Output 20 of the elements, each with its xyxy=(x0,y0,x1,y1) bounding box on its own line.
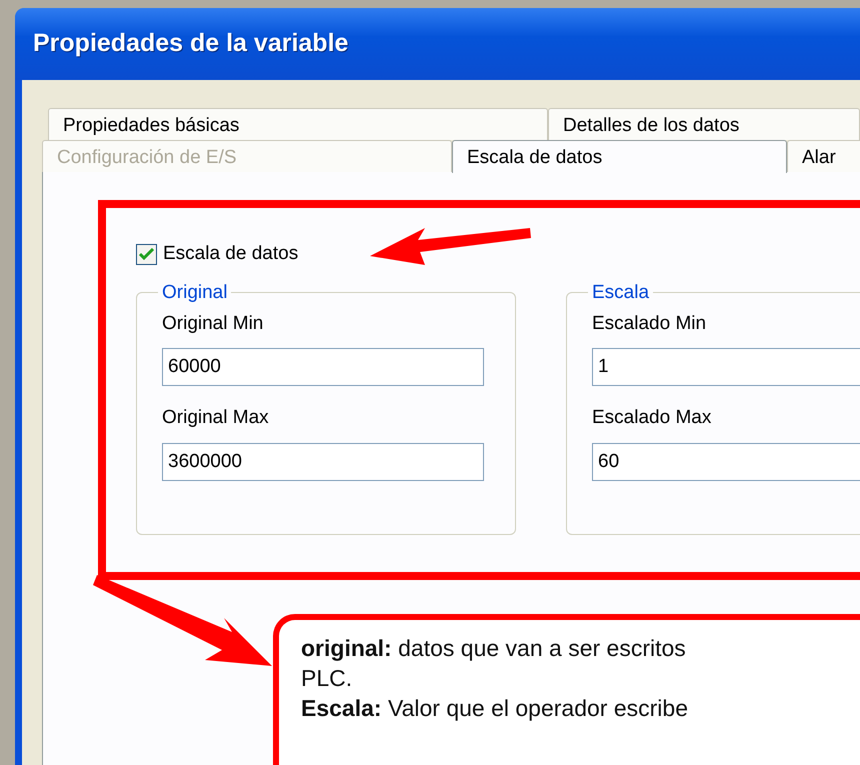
field-label: Original Min xyxy=(162,312,264,336)
window-title: Propiedades de la variable xyxy=(33,28,348,60)
callout-text: PLC. xyxy=(301,664,352,693)
tab[interactable]: Escala de datos xyxy=(452,140,787,173)
callout-text: original: datos que van a ser escritos xyxy=(301,634,686,663)
tab[interactable]: Detalles de los datos xyxy=(548,108,860,140)
checkbox[interactable] xyxy=(136,244,157,265)
field-label: Escalado Min xyxy=(592,312,708,336)
group-title: Original xyxy=(161,282,228,302)
field-label: Escalado Max xyxy=(592,406,712,430)
tab[interactable]: Propiedades básicas xyxy=(48,108,548,140)
input-field[interactable]: 3600000 xyxy=(162,442,484,480)
callout-text: Escala: Valor que el operador escribe xyxy=(301,694,688,723)
group-title: Escala xyxy=(591,282,650,302)
input-field[interactable]: 60000 xyxy=(162,348,484,386)
input-field[interactable]: 1 xyxy=(592,348,860,386)
input-field[interactable]: 60 xyxy=(592,442,860,480)
field-label: Original Max xyxy=(162,406,270,430)
checkbox-label: Escala de datos xyxy=(163,242,298,266)
tab[interactable]: Alar xyxy=(787,140,860,172)
